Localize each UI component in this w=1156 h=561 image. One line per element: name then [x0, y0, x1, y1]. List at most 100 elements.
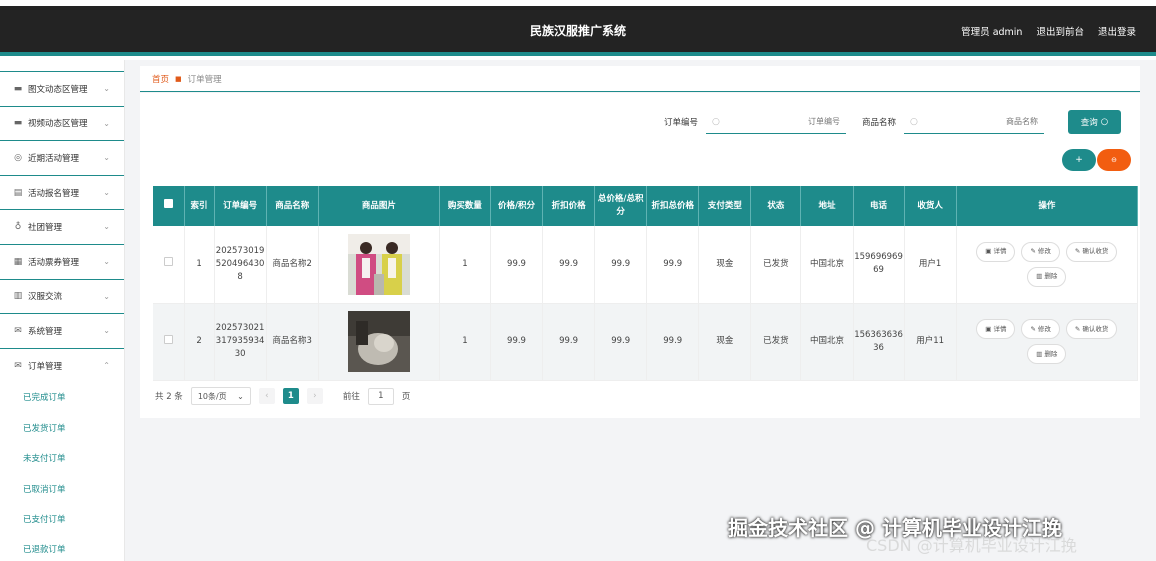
cell-pay-type: 现金 [698, 226, 752, 304]
breadcrumb-separator-icon: ■ [175, 74, 182, 83]
cell-actions: ▣ 详情 ✎ 修改 ✎ 确认收货 ▥ 删除 [956, 303, 1139, 381]
sidebar-item-video[interactable]: ▬ 视频动态区管理 ⌄ [0, 107, 124, 142]
header-links: 管理员 admin 退出到前台 退出登录 [961, 24, 1136, 38]
sidebar-item-label: 汉服交流 [28, 292, 63, 303]
detail-label: 详情 [993, 247, 1007, 256]
edit-label: 修改 [1037, 247, 1051, 256]
sidebar-subitem-cancelled[interactable]: 已取消订单 [0, 475, 124, 505]
sidebar-item-label: 近期活动管理 [28, 153, 80, 164]
page-size-select[interactable]: 10条/页 ⌄ [190, 387, 251, 405]
delete-button[interactable]: ▥ 删除 [1027, 266, 1067, 287]
select-all-header[interactable] [153, 186, 185, 226]
sidebar-item-signup[interactable]: ▤ 活动报名管理 ⌄ [0, 176, 124, 211]
mail-icon: ✉ [14, 361, 22, 372]
add-button[interactable]: + [1062, 149, 1096, 171]
cell-order-no: 20257302131793593430 [214, 303, 267, 381]
sidebar-subitem-completed[interactable]: 已完成订单 [0, 383, 124, 413]
sidebar-item-system[interactable]: ✉ 系统管理 ⌄ [0, 314, 124, 349]
cell-address: 中国北京 [800, 226, 854, 304]
chevron-down-icon: ⌄ [103, 153, 110, 163]
detail-icon: ▣ [985, 324, 992, 333]
cell-discount: 99.9 [542, 303, 596, 381]
order-panel: 订单编号 ○ 商品名称 ○ 查询○ + ⊖ 索引 订单编号 [140, 93, 1140, 418]
logout-link[interactable]: 退出登录 [1098, 24, 1136, 38]
cell-index: 1 [184, 226, 215, 304]
cell-price: 99.9 [490, 226, 544, 304]
to-front-link[interactable]: 退出到前台 [1036, 24, 1084, 38]
monitor-icon: ▬ [13, 83, 23, 94]
delete-button[interactable]: ▥ 删除 [1027, 344, 1067, 364]
detail-button[interactable]: ▣ 详情 [976, 319, 1016, 339]
product-name-field[interactable]: ○ [904, 110, 1044, 134]
current-page[interactable]: 1 [282, 388, 299, 404]
cell-discount: 99.9 [542, 226, 596, 304]
confirm-receipt-button[interactable]: ✎ 确认收货 [1065, 319, 1118, 339]
next-page-button[interactable]: › [306, 388, 323, 404]
sidebar-item-graphic[interactable]: ▬ 图文动态区管理 ⌄ [0, 72, 124, 107]
product-name-input[interactable] [921, 117, 1038, 126]
row-checkbox[interactable] [163, 257, 173, 267]
column-header: 折扣总价格 [646, 186, 700, 226]
column-header: 支付类型 [698, 186, 752, 226]
chevron-down-icon: ⌄ [237, 391, 244, 401]
goto-label: 前往 [342, 392, 360, 402]
admin-label[interactable]: 管理员 admin [961, 24, 1022, 38]
monitor-icon: ▬ [13, 118, 23, 129]
sidebar-item-activity[interactable]: ◎ 近期活动管理 ⌄ [0, 141, 124, 176]
query-button[interactable]: 查询 ○ [1068, 110, 1121, 134]
order-no-label: 订单编号 [663, 118, 698, 128]
mail-icon: ✉ [14, 325, 22, 336]
cell-receiver: 用户11 [904, 303, 957, 381]
product-image [347, 233, 410, 295]
row-select-cell[interactable] [153, 303, 185, 381]
order-no-field[interactable]: ○ [705, 110, 846, 134]
app-header: 民族汉服推广系统 管理员 admin 退出到前台 退出登录 [0, 6, 1156, 56]
cell-discount-total: 99.9 [646, 303, 700, 381]
row-select-cell[interactable] [153, 226, 185, 304]
confirm-receipt-button[interactable]: ✎ 确认收货 [1065, 241, 1118, 262]
table-row[interactable]: 2 20257302131793593430 商品名称3 1 99.9 99.9… [153, 303, 1139, 381]
column-header: 价格/积分 [490, 186, 544, 226]
row-checkbox[interactable] [163, 334, 173, 344]
prev-page-button[interactable]: ‹ [258, 388, 275, 404]
sidebar-item-orders[interactable]: ✉ 订单管理 ⌃ [0, 349, 124, 384]
sidebar-item-label: 活动报名管理 [28, 188, 80, 199]
breadcrumb-home[interactable]: 首页 [152, 73, 169, 85]
sidebar-item-label: 视频动态区管理 [28, 119, 88, 130]
sidebar-subitem-unpaid[interactable]: 未支付订单 [0, 444, 124, 474]
total-count: 共 2 条 [155, 392, 183, 402]
detail-button[interactable]: ▣ 详情 [976, 241, 1016, 262]
chevron-down-icon: ⌄ [103, 84, 110, 93]
main-content: 首页 ■ 订单管理 订单编号 ○ 商品名称 ○ 查询○ + ⊖ [125, 60, 1156, 561]
sidebar-subitem-shipped[interactable]: 已发货订单 [0, 414, 124, 444]
table-row[interactable]: 1 2025730195204964308 商品名称2 1 99.9 99.9 … [153, 226, 1139, 304]
confirm-label: 确认收货 [1082, 324, 1109, 333]
detail-icon: ▣ [985, 247, 992, 256]
sidebar-item-exchange[interactable]: ▥ 汉服交流 ⌄ [0, 280, 124, 315]
page-size-value: 10条/页 [197, 391, 227, 401]
edit-label: 修改 [1037, 324, 1051, 333]
sidebar-item-label: 订单管理 [28, 362, 63, 373]
cell-product-name: 商品名称2 [266, 226, 319, 304]
cell-status: 已发货 [750, 226, 802, 304]
edit-icon: ✎ [1030, 247, 1036, 256]
sidebar-item-hidden[interactable] [0, 60, 124, 72]
cell-product-image [318, 303, 440, 381]
sidebar-item-label: 社团管理 [28, 223, 63, 234]
batch-delete-button[interactable]: ⊖ [1097, 149, 1131, 171]
column-header: 索引 [184, 186, 215, 226]
sidebar-item-ticket[interactable]: ▦ 活动票券管理 ⌄ [0, 245, 124, 280]
goto-page-input[interactable]: 1 [367, 387, 394, 405]
breadcrumb-current: 订单管理 [187, 74, 222, 85]
sidebar-subitem-refunded[interactable]: 已退款订单 [0, 535, 124, 561]
chevron-up-icon: ⌃ [103, 360, 110, 370]
edit-button[interactable]: ✎ 修改 [1021, 241, 1060, 262]
column-header: 商品名称 [266, 186, 319, 226]
sidebar-item-club[interactable]: ♁ 社团管理 ⌄ [0, 210, 124, 245]
sidebar-item-label: 图文动态区管理 [28, 84, 88, 95]
select-all-checkbox[interactable] [163, 199, 173, 208]
edit-button[interactable]: ✎ 修改 [1021, 319, 1060, 339]
order-no-input[interactable] [723, 117, 840, 126]
chevron-down-icon: ⌄ [103, 291, 110, 301]
sidebar-subitem-paid[interactable]: 已支付订单 [0, 505, 124, 535]
